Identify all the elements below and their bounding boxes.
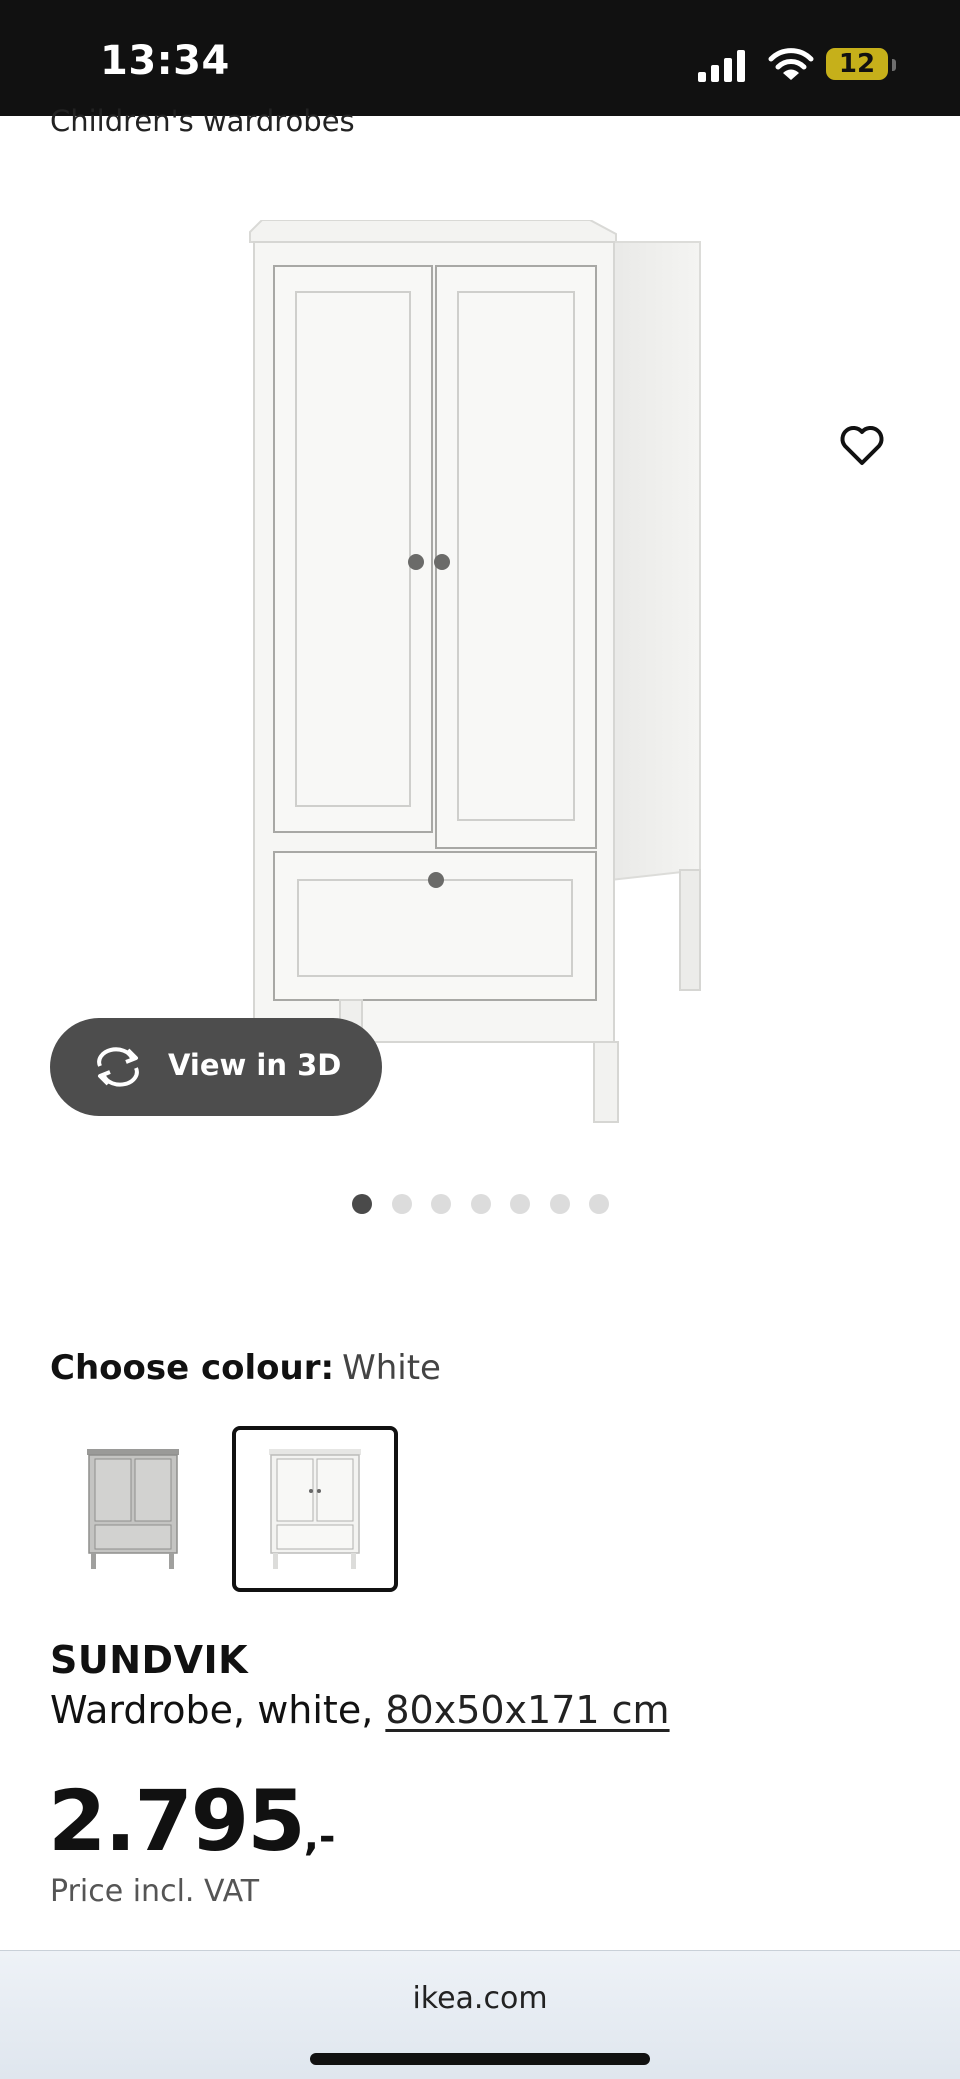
product-image bbox=[249, 220, 701, 1123]
battery-level: 12 bbox=[838, 49, 876, 79]
colour-selected-value: White bbox=[342, 1348, 441, 1388]
carousel-dot[interactable] bbox=[431, 1194, 451, 1214]
breadcrumb[interactable]: Children's wardrobes bbox=[50, 104, 355, 138]
view-in-3d-button[interactable]: View in 3D bbox=[50, 1018, 382, 1116]
price-amount: 2.795 bbox=[48, 1772, 306, 1870]
colour-heading-label: Choose colour: bbox=[50, 1348, 335, 1388]
carousel-dot[interactable] bbox=[550, 1194, 570, 1214]
wifi-icon bbox=[768, 48, 814, 80]
view-in-3d-label: View in 3D bbox=[168, 1048, 342, 1082]
carousel-dot[interactable] bbox=[510, 1194, 530, 1214]
home-indicator[interactable] bbox=[310, 2053, 650, 2065]
favourite-button[interactable] bbox=[820, 404, 904, 488]
status-time: 13:34 bbox=[100, 38, 230, 84]
rotate-3d-icon bbox=[97, 1047, 139, 1087]
battery-icon: 12 bbox=[826, 48, 888, 80]
product-description-text: Wardrobe, white, bbox=[50, 1688, 386, 1732]
battery-tip bbox=[892, 59, 896, 71]
product-description: Wardrobe, white, 80x50x171 cm bbox=[50, 1688, 670, 1732]
browser-address-bar[interactable]: ikea.com bbox=[0, 1950, 960, 2079]
product-price: 2.795,- bbox=[48, 1772, 336, 1870]
carousel-dot[interactable] bbox=[471, 1194, 491, 1214]
price-suffix: ,- bbox=[303, 1814, 336, 1860]
swatch-thumbnail-white bbox=[269, 1449, 361, 1569]
signal-icon bbox=[698, 50, 745, 82]
carousel-dot[interactable] bbox=[589, 1194, 609, 1214]
colour-swatch-grey[interactable] bbox=[50, 1426, 216, 1592]
carousel-dot[interactable] bbox=[392, 1194, 412, 1214]
heart-icon bbox=[840, 426, 884, 465]
carousel-dot[interactable] bbox=[352, 1194, 372, 1214]
swatch-thumbnail-grey bbox=[87, 1449, 179, 1569]
price-note: Price incl. VAT bbox=[50, 1874, 260, 1909]
product-dimensions-link[interactable]: 80x50x171 cm bbox=[385, 1688, 669, 1732]
colour-swatch-white[interactable] bbox=[232, 1426, 398, 1592]
product-name: SUNDVIK bbox=[50, 1638, 249, 1682]
colour-heading: Choose colour: White bbox=[50, 1348, 441, 1388]
status-bar: 13:34 12 bbox=[0, 0, 960, 116]
url-text[interactable]: ikea.com bbox=[0, 1981, 960, 2016]
